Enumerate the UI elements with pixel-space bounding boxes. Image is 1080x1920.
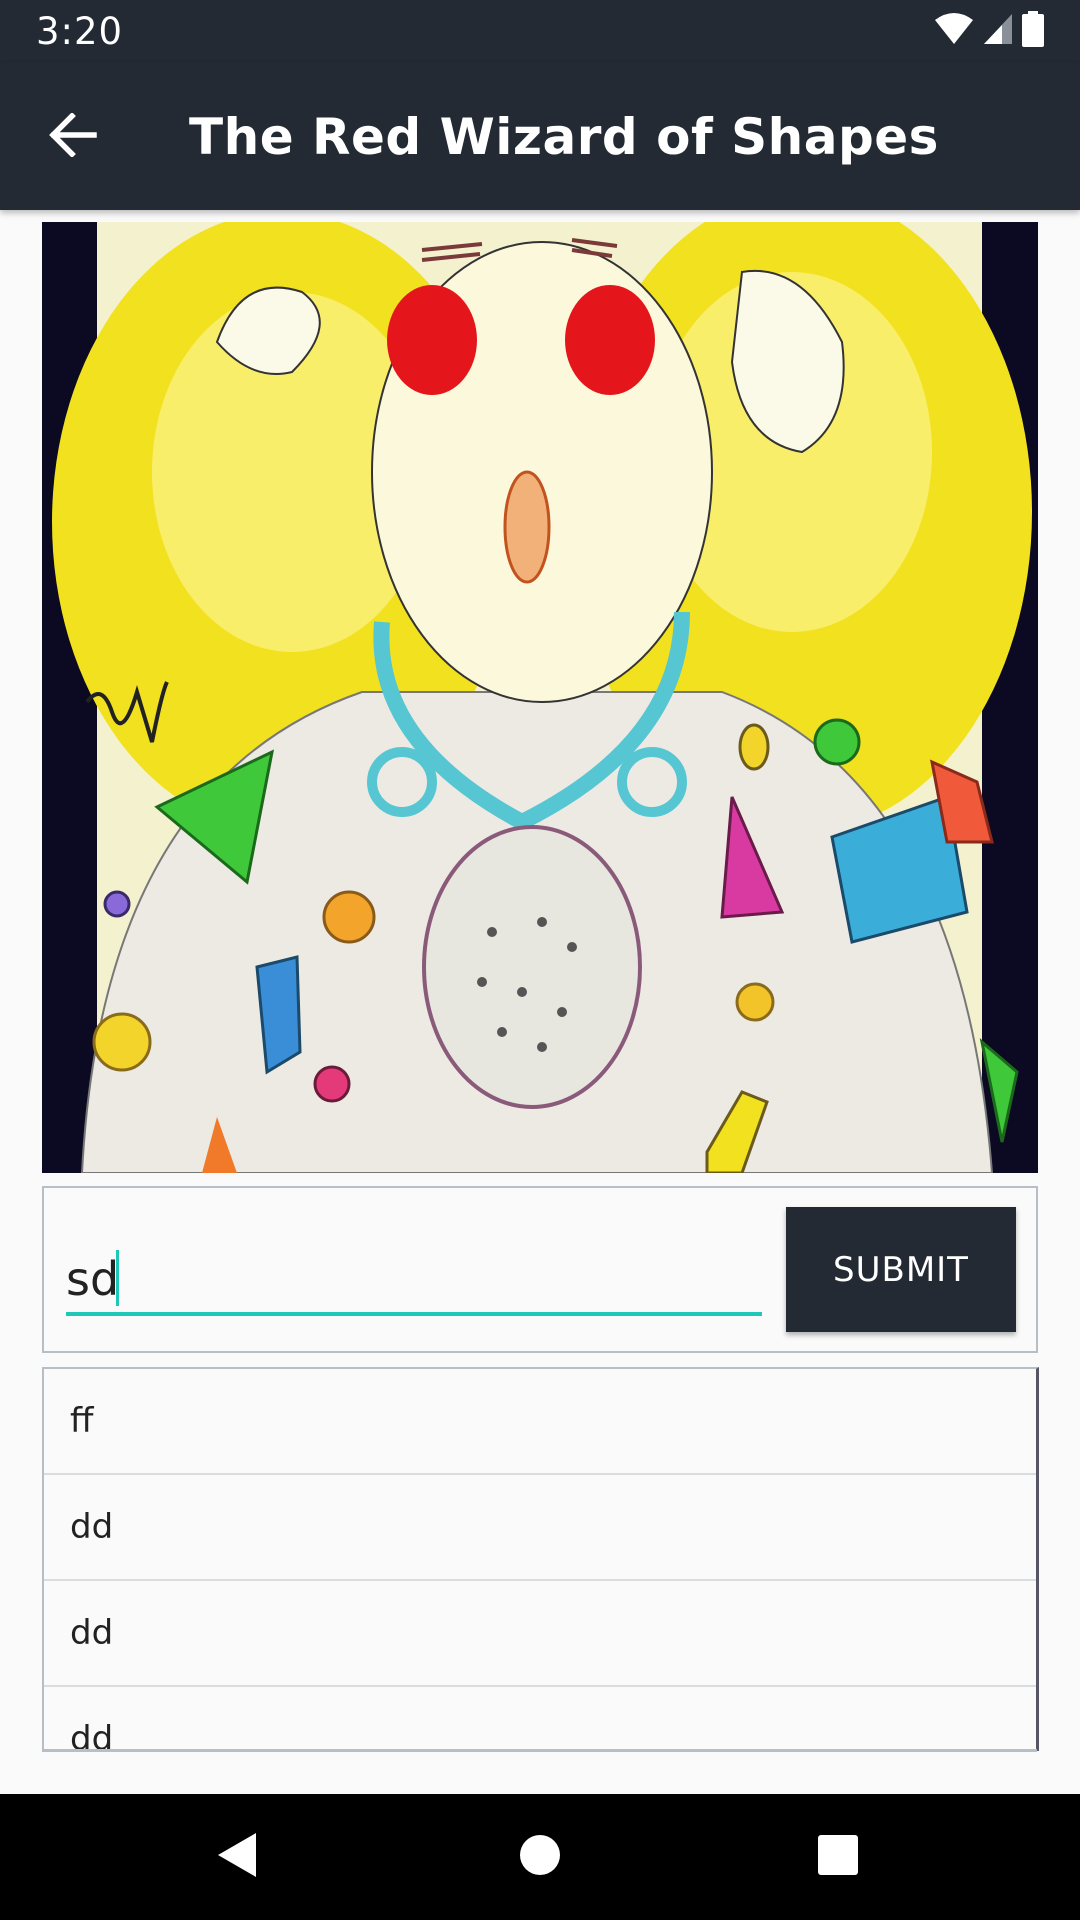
wizard-drawing (42, 222, 1038, 1173)
comment-input[interactable] (66, 1246, 762, 1316)
nav-recents-button[interactable] (808, 1827, 868, 1887)
list-item[interactable]: dd (44, 1687, 1036, 1751)
nav-back-button[interactable] (208, 1827, 268, 1887)
comment-form: SUBMIT (42, 1186, 1038, 1353)
list-item[interactable]: ff (44, 1369, 1036, 1475)
text-cursor (116, 1250, 119, 1306)
list-item[interactable]: dd (44, 1581, 1036, 1687)
back-button[interactable] (36, 100, 110, 174)
status-time: 3:20 (36, 10, 124, 53)
status-bar: 3:20 (0, 0, 1080, 63)
submit-button[interactable]: SUBMIT (786, 1207, 1016, 1332)
signal-icon (982, 12, 1014, 51)
comment-list[interactable]: ff dd dd dd (42, 1367, 1039, 1751)
arrow-left-icon (48, 111, 98, 162)
list-item[interactable]: dd (44, 1475, 1036, 1581)
recents-square-icon (816, 1833, 860, 1882)
wifi-icon (934, 12, 974, 51)
back-triangle-icon (216, 1831, 260, 1884)
app-bar: The Red Wizard of Shapes (0, 63, 1080, 210)
battery-icon (1022, 10, 1044, 52)
artwork-image (42, 222, 1038, 1173)
navigation-bar (0, 1794, 1080, 1920)
page-title: The Red Wizard of Shapes (189, 108, 939, 166)
list-border (42, 1749, 1037, 1752)
status-icons (934, 10, 1044, 52)
nav-home-button[interactable] (510, 1827, 570, 1887)
home-circle-icon (518, 1833, 562, 1882)
